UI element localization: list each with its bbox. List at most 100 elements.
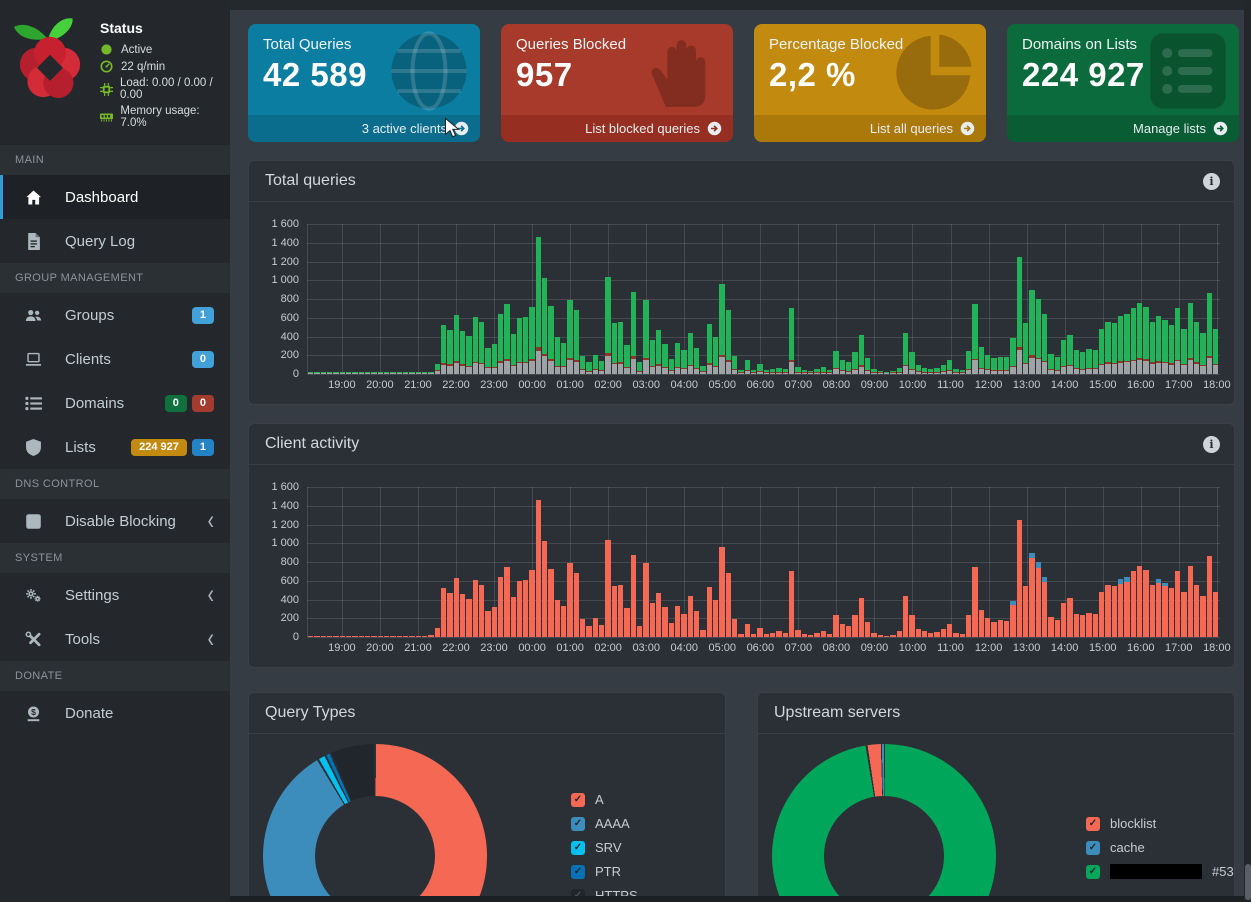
upstream-servers-donut[interactable] (772, 744, 996, 902)
bar-client-primary (1004, 621, 1009, 637)
bar-client-primary (966, 615, 971, 638)
stat-card: Queries Blocked957List blocked queries (501, 24, 733, 142)
bar-cached (1194, 364, 1199, 374)
sidebar-item-disable-blocking[interactable]: Disable Blocking‹ (0, 499, 230, 543)
legend-item[interactable]: ✓blocklist (1086, 816, 1235, 831)
info-icon[interactable]: i (1203, 436, 1220, 453)
bar (1181, 329, 1186, 374)
legend-item[interactable]: ✓cache (1086, 840, 1235, 855)
badge-group: 0 (192, 351, 214, 368)
bar (485, 348, 490, 375)
bar (1150, 585, 1155, 638)
bar (1067, 598, 1072, 637)
sidebar-item-domains[interactable]: Domains00 (0, 381, 230, 425)
card-footer-link[interactable]: Manage lists (1007, 115, 1239, 142)
home-icon (25, 189, 47, 206)
card-footer-link[interactable]: 3 active clients (248, 115, 480, 142)
bar (1023, 323, 1028, 374)
sidebar-section-label: SYSTEM (0, 543, 230, 573)
card-footer-link[interactable]: List all queries (754, 115, 986, 142)
legend-item[interactable]: ✓A (571, 792, 638, 807)
bar-client-primary (757, 628, 762, 637)
query-types-donut[interactable] (263, 744, 487, 902)
bar-cached (1169, 365, 1174, 374)
upstream-servers-panel: Upstream servers ✓blocklist✓cache✓#5335 (757, 692, 1235, 902)
x-axis-label: 03:00 (632, 379, 660, 391)
bar-client-primary (586, 626, 591, 637)
sidebar-item-tools[interactable]: Tools‹ (0, 617, 230, 661)
card-footer-label: Manage lists (1133, 121, 1206, 136)
scrollbar-track[interactable] (1244, 0, 1251, 902)
bar (1029, 290, 1034, 374)
bar-cached (441, 365, 446, 374)
bar (757, 364, 762, 374)
sidebar-item-lists[interactable]: Lists224 9271 (0, 425, 230, 469)
x-axis-label: 14:00 (1051, 642, 1079, 654)
bar-permitted (726, 310, 731, 360)
y-axis-label: 1 600 (271, 218, 299, 230)
bar (586, 362, 591, 374)
bar-permitted (1048, 354, 1053, 369)
bar-client-primary (1194, 585, 1199, 638)
plot-area[interactable] (307, 214, 1220, 374)
bar-permitted (504, 304, 509, 359)
bar (624, 608, 629, 637)
x-axis: 19:0020:0021:0022:0023:0000:0001:0002:00… (307, 637, 1220, 659)
bar (966, 615, 971, 638)
bar (1029, 553, 1034, 637)
legend-label: A (595, 792, 604, 807)
bar-permitted (972, 304, 977, 359)
bar-client-primary (675, 606, 680, 637)
bar-permitted (580, 356, 585, 370)
x-axis-label: 00:00 (518, 379, 546, 391)
bar (1017, 257, 1022, 374)
bar (1105, 585, 1110, 638)
bar (523, 317, 528, 374)
sidebar-item-donate[interactable]: $Donate (0, 691, 230, 735)
x-axis-label: 07:00 (785, 642, 813, 654)
card-footer-link[interactable]: List blocked queries (501, 115, 733, 142)
bar-permitted (650, 340, 655, 366)
bar (479, 322, 484, 374)
bar-client-primary (941, 629, 946, 637)
sidebar-section-label: DNS CONTROL (0, 469, 230, 499)
total-queries-chart[interactable]: 1 6001 4001 2001 000800600400200019:0020… (257, 214, 1220, 396)
legend-item[interactable]: ✓AAAA (571, 816, 638, 831)
scrollbar-thumb[interactable] (1245, 864, 1251, 900)
info-icon[interactable]: i (1203, 173, 1220, 190)
bar-permitted (599, 361, 604, 370)
legend-item[interactable]: ✓#5335 (1086, 864, 1235, 879)
bar-client-primary (1048, 617, 1053, 637)
bar-permitted (1055, 357, 1060, 370)
bar-permitted (991, 358, 996, 370)
bar-cached (688, 366, 693, 374)
bar (745, 360, 750, 374)
bar (612, 586, 617, 637)
bar (435, 364, 440, 374)
x-axis-label: 08:00 (823, 379, 851, 391)
bar (599, 625, 604, 637)
legend-item[interactable]: ✓SRV (571, 840, 638, 855)
bar (941, 365, 946, 374)
legend-item[interactable]: ✓PTR (571, 864, 638, 879)
bar-client-primary (719, 547, 724, 637)
x-axis-label: 15:00 (1089, 379, 1117, 391)
bar-permitted (1042, 314, 1047, 361)
sidebar-item-query-log[interactable]: Query Log (0, 219, 230, 263)
bar (662, 344, 667, 374)
bar (637, 362, 642, 374)
sidebar-item-settings[interactable]: Settings‹ (0, 573, 230, 617)
bar (1093, 350, 1098, 374)
bar (681, 614, 686, 637)
bar (833, 615, 838, 638)
sidebar-item-dashboard[interactable]: Dashboard (0, 175, 230, 219)
client-activity-chart[interactable]: 1 6001 4001 2001 000800600400200019:0020… (257, 477, 1220, 659)
bar-client-primary (732, 619, 737, 637)
legend-label: SRV (595, 840, 622, 855)
sidebar-item-groups[interactable]: Groups1 (0, 293, 230, 337)
check-icon: ✓ (574, 866, 582, 877)
plot-area[interactable] (307, 477, 1220, 637)
bar-permitted (1188, 303, 1193, 358)
bar-permitted (1061, 340, 1066, 366)
sidebar-item-clients[interactable]: Clients0 (0, 337, 230, 381)
